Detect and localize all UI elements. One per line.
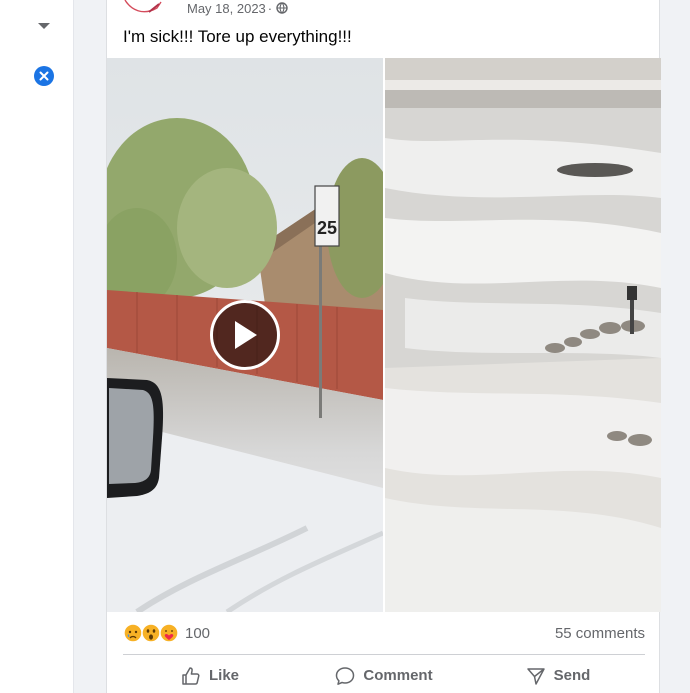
svg-text:25: 25 [317, 218, 337, 238]
post-actions: Like Comment Send [123, 658, 645, 693]
comment-icon [336, 666, 355, 685]
like-icon [182, 666, 200, 685]
globe-icon[interactable] [276, 2, 288, 14]
send-icon [526, 667, 545, 685]
video-thumbnail[interactable]: 25 [107, 58, 383, 612]
close-icon[interactable] [34, 66, 54, 86]
caret-down-icon[interactable] [34, 16, 54, 36]
wow-emoji-icon [141, 623, 161, 643]
post-date[interactable]: May 18, 2023 [187, 1, 266, 16]
comment-label: Comment [363, 667, 433, 684]
meta-separator: · [267, 0, 273, 16]
care-emoji-icon [159, 623, 179, 643]
like-label: Like [208, 667, 239, 684]
post-media: 25 [107, 58, 661, 612]
post-card: May 18, 2023 · I'm sick!!! Tore up every… [106, 0, 661, 693]
left-rail [0, 0, 74, 693]
comments-count[interactable]: 55 comments [555, 625, 645, 642]
post-meta: May 18, 2023 · [123, 0, 288, 16]
divider [123, 654, 645, 655]
send-button[interactable]: Send [471, 658, 645, 693]
like-button[interactable]: Like [123, 658, 297, 693]
post-stats: 100 55 comments [123, 620, 645, 646]
post-text: I'm sick!!! Tore up everything!!! [123, 27, 352, 46]
avatar[interactable] [123, 0, 163, 16]
photo-thumbnail[interactable] [385, 58, 661, 612]
comment-button[interactable]: Comment [297, 658, 471, 693]
reaction-count: 100 [185, 624, 211, 642]
reactions-summary[interactable]: 100 [123, 623, 210, 643]
play-icon[interactable] [210, 300, 280, 370]
sad-emoji-icon [123, 623, 143, 643]
send-label: Send [553, 667, 591, 684]
